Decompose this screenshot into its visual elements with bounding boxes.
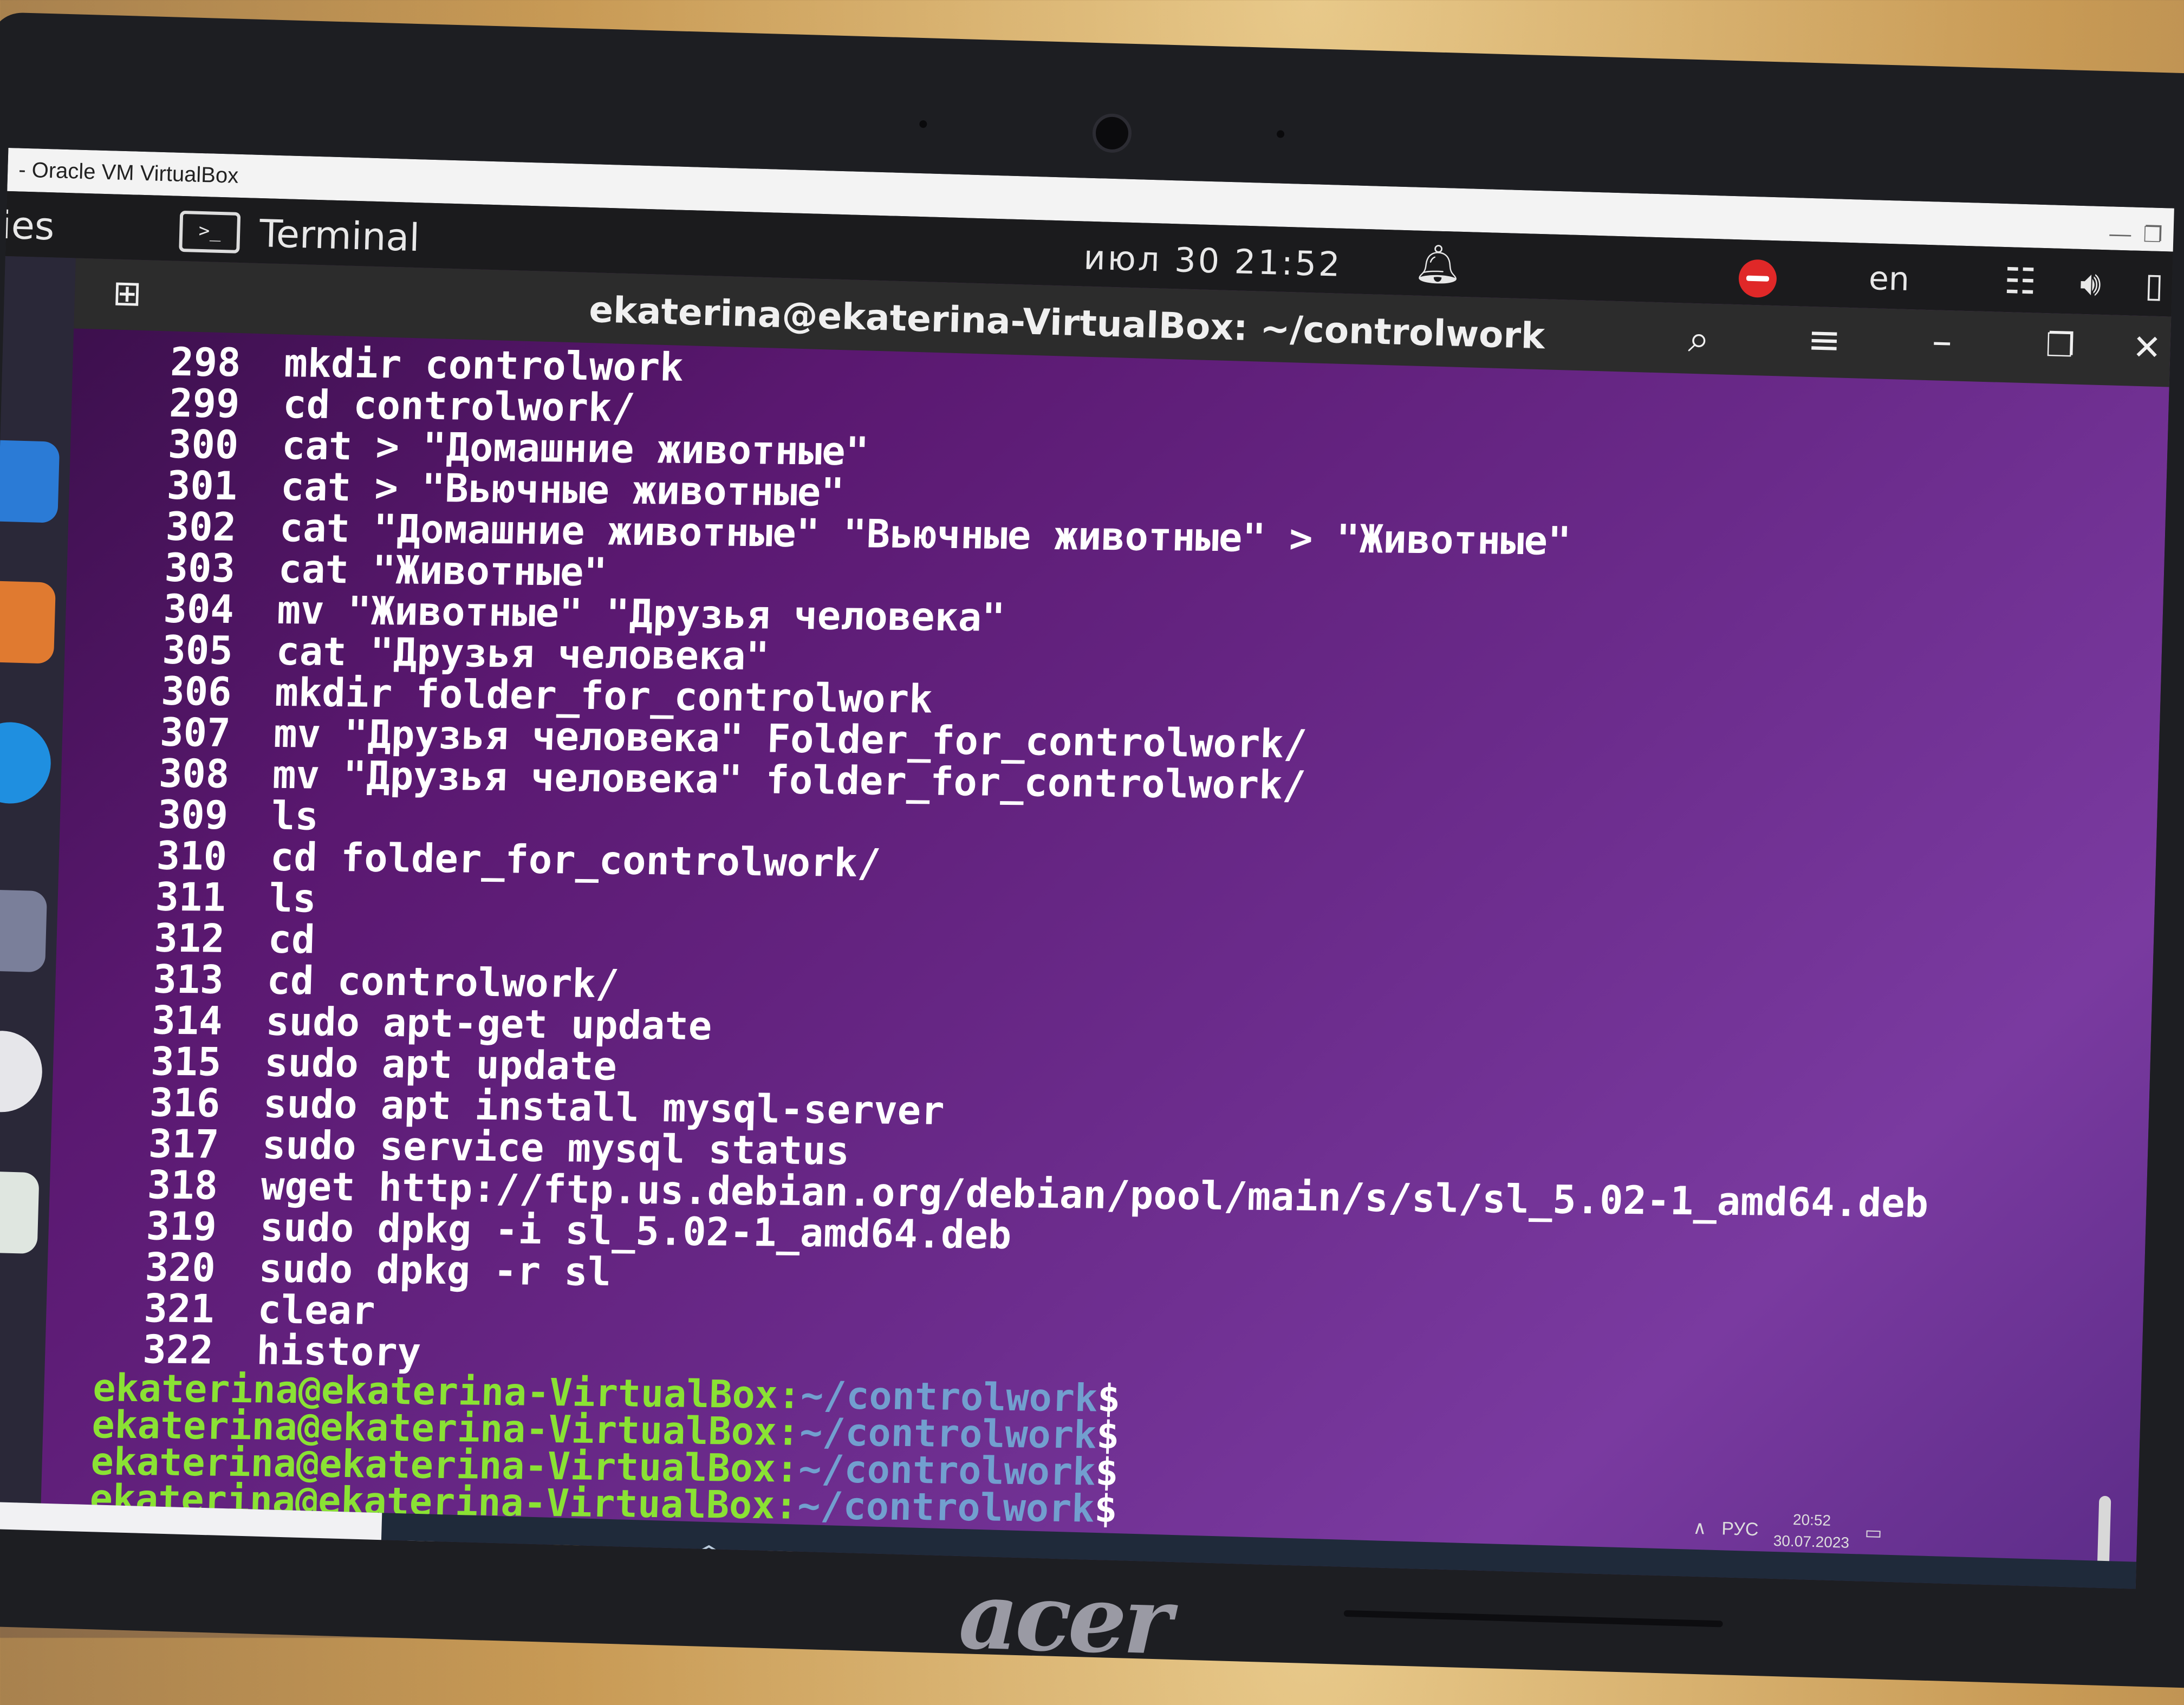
dock-app-icon[interactable] [0,439,60,523]
disc-icon[interactable] [0,1030,43,1114]
clock[interactable]: июл 30 21:52 [1083,237,1343,284]
bell-icon: 🔔︎ [1413,241,1463,287]
history-number: 320 [144,1244,217,1291]
history-number: 312 [153,915,225,961]
window-title: - Oracle VM VirtualBox [18,158,239,188]
dock-app-icon[interactable] [0,889,48,973]
history-number: 298 [170,339,242,386]
history-command: ls [268,875,317,921]
prompt-symbol: $ [1094,1486,1118,1531]
chevron-up-icon[interactable]: ∧ [1693,1517,1707,1539]
app-menu[interactable]: >_ Terminal [179,209,420,260]
history-number: 322 [142,1326,214,1373]
terminal-output[interactable]: 298 mkdir controlwork 299 cd controlwork/30… [89,339,2127,1538]
history-command: mv "Друзья человека" folder_for_controlw… [272,751,1306,808]
activities-button[interactable]: ies [0,203,55,249]
history-command: cd folder_for_controlwork/ [269,834,882,886]
history-command: cd [267,916,316,962]
history-number: 306 [160,668,232,715]
clock-time: 20:52 [1792,1511,1831,1529]
camera-sensor [1276,130,1285,138]
history-number: 300 [167,421,239,468]
terminal-window[interactable]: ⊞ ekaterina@ekaterina-VirtualBox: ~/cont… [40,258,2172,1589]
history-number: 318 [146,1162,219,1208]
minimize-icon[interactable]: – [1932,317,1953,365]
trash-icon[interactable] [0,1170,40,1254]
history-command: clear [257,1286,376,1333]
history-number: 308 [158,750,230,797]
laptop-screen: - Oracle VM VirtualBox — ❐ ies >_ Termin… [0,147,2174,1589]
history-number: 321 [143,1285,215,1332]
tray-lang[interactable]: РУС [1721,1518,1759,1540]
history-number: 301 [166,462,238,509]
history-command: sudo apt-get update [265,998,713,1049]
edge-icon[interactable]: ◐ [476,1532,510,1577]
close-icon[interactable]: ✕ [2132,328,2162,368]
app-name: Terminal [259,211,421,261]
history-number: 305 [161,627,233,674]
history-number: 304 [162,585,235,633]
terminal-icon: >_ [179,210,241,253]
history-number: 299 [168,380,240,427]
history-command: mkdir controlwork [283,340,684,390]
history-command: sudo dpkg -r sl [258,1245,612,1295]
do-not-disturb-icon [1738,259,1777,298]
dock-app-icon[interactable] [0,580,56,664]
folder-icon[interactable]: ▤ [547,1534,583,1579]
language-indicator[interactable]: en [1868,259,1910,298]
history-number: 319 [145,1203,218,1250]
history-number: 309 [157,791,229,838]
history-number: 316 [149,1079,221,1126]
history-command: sudo apt update [264,1039,618,1089]
volume-icon[interactable]: 🔊︎ [2079,263,2102,304]
laptop: - Oracle VM VirtualBox — ❐ ies >_ Termin… [0,11,2184,1689]
notification-icon[interactable]: ▭ [1864,1522,1882,1544]
history-number: 313 [152,956,224,1003]
webcam [1091,113,1132,153]
maximize-icon[interactable]: ❐ [2045,326,2076,365]
search-icon[interactable]: ⌕ [1688,316,1710,362]
history-command: cat "Животные" [277,545,608,595]
new-tab-icon[interactable]: ⊞ [112,273,142,314]
windows-clock[interactable]: 20:52 30.07.2023 [1773,1508,1850,1554]
windows-search-box[interactable]: ⌕ Поиск [0,1501,382,1589]
virtualbox-icon[interactable]: ⬡ [691,1538,725,1583]
taskbar-apps: ▥ ◐ ▤ ● ⬡ ▧ [402,1530,800,1585]
scrollbar[interactable] [2097,1495,2111,1567]
history-number: 317 [147,1121,220,1167]
history-number: 310 [155,832,228,879]
camera-sensor [919,120,927,128]
network-icon[interactable]: ☷ [2004,260,2037,303]
history-command: ls [271,792,320,839]
history-number: 307 [159,709,231,756]
search-placeholder: Поиск [17,1527,85,1556]
history-number: 311 [154,874,227,920]
history-number: 315 [150,1038,222,1085]
vm-window-icon[interactable]: ▧ [763,1540,800,1585]
history-command: cd controlwork/ [282,381,636,431]
dock-app-icon[interactable] [0,721,52,805]
history-command: cd controlwork/ [266,957,620,1007]
system-tray: ∧ РУС 20:52 30.07.2023 ▭ [1692,1506,1882,1555]
hamburger-menu-icon[interactable]: ≡ [1807,316,1842,364]
history-number: 314 [151,997,223,1044]
battery-icon[interactable]: ▯ [2144,265,2164,305]
clock-date: 30.07.2023 [1773,1532,1850,1551]
brand-logo: acer [957,1561,1171,1676]
history-number: 302 [165,503,237,550]
history-number: 303 [164,544,236,591]
history-command: history [256,1327,422,1375]
task-view-icon[interactable]: ▥ [402,1530,439,1575]
hinge [1343,1610,1723,1628]
prompt-path: ~/controlwork [797,1483,1095,1531]
firefox-icon[interactable]: ● [620,1536,654,1582]
